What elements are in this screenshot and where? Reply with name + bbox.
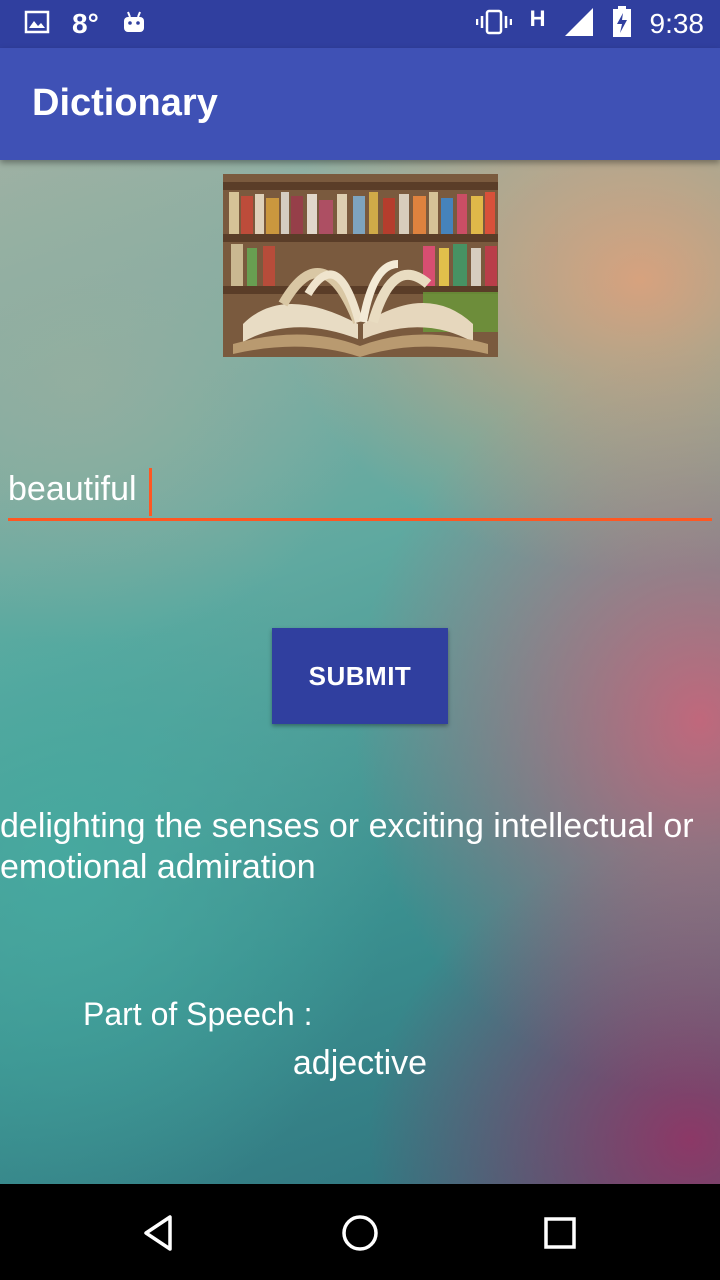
signal-icon [564,7,594,42]
network-type-text: H [529,6,546,31]
submit-button[interactable]: SUBMIT [272,628,448,724]
temperature-text: 8° [72,8,99,39]
definition-text: delighting the senses or exciting intell… [0,807,694,886]
home-icon[interactable] [335,1208,385,1258]
part-of-speech-value: adjective [292,1044,428,1082]
android-icon [121,9,147,40]
image-icon [24,9,50,40]
clock-text: 9:38 [649,8,705,39]
status-bar: 8° H 9:38 [0,0,720,48]
navigation-bar [0,1184,720,1280]
word-input-container [8,460,712,524]
main-content: SUBMIT delighting the senses or exciting… [0,160,720,1184]
part-of-speech-label: Part of Speech : [83,996,313,1032]
battery-icon [612,5,632,43]
text-cursor [149,468,152,516]
back-icon[interactable] [135,1208,185,1258]
app-title: Dictionary [32,82,218,124]
word-input[interactable] [8,460,712,521]
open-book-image [223,174,498,357]
vibrate-icon [475,8,512,41]
app-bar: Dictionary [0,48,720,160]
recents-icon[interactable] [535,1208,585,1258]
